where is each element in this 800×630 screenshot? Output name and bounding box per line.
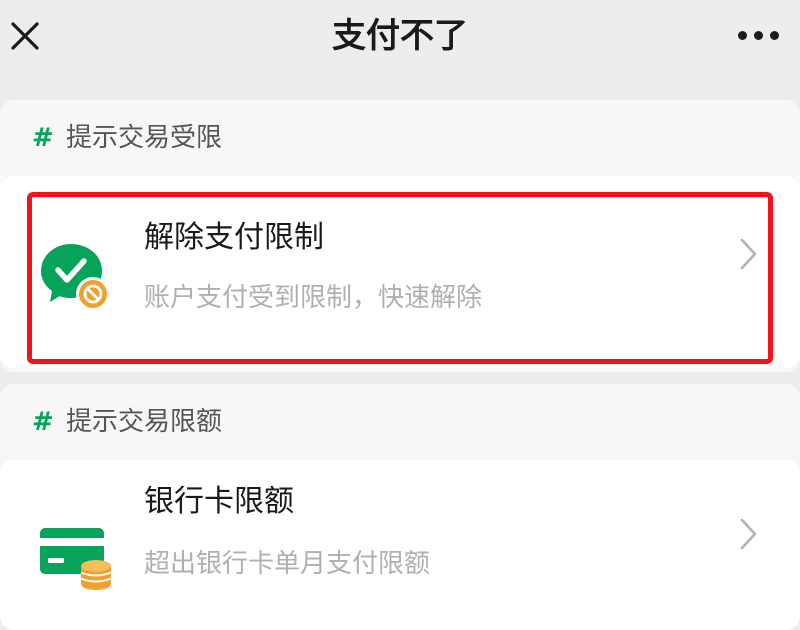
top-nav-bar: 支付不了 xyxy=(0,0,800,80)
more-button[interactable] xyxy=(720,0,800,72)
bank-card-coins-icon xyxy=(40,528,112,590)
bank-card-limit-item[interactable]: 银行卡限额 超出银行卡单月支付限额 xyxy=(0,460,800,630)
chevron-right-icon xyxy=(740,518,757,550)
chevron-right-icon xyxy=(740,238,757,270)
item-subtitle: 账户支付受到限制，快速解除 xyxy=(144,283,483,313)
section-header: # 提示交易受限 xyxy=(0,100,800,176)
page-title: 支付不了 xyxy=(332,16,468,56)
more-icon-dot xyxy=(770,31,779,40)
hash-tag: # xyxy=(32,407,54,437)
item-title: 解除支付限制 xyxy=(144,220,324,255)
more-icon-dot xyxy=(754,31,763,40)
section-title: 提示交易受限 xyxy=(66,123,223,153)
section-title: 提示交易限额 xyxy=(66,407,223,437)
section-trade-restricted: # 提示交易受限 解除支付限制 账户支付受到限制，快速解除 xyxy=(0,100,800,372)
item-title: 银行卡限额 xyxy=(144,484,294,519)
hash-tag: # xyxy=(32,123,54,153)
close-icon xyxy=(11,22,39,50)
remove-payment-restriction-item[interactable]: 解除支付限制 账户支付受到限制，快速解除 xyxy=(0,176,800,368)
section-trade-limit: # 提示交易限额 银行卡限额 超出银行卡单月支付限额 xyxy=(0,384,800,630)
close-button[interactable] xyxy=(0,0,60,72)
item-subtitle: 超出银行卡单月支付限额 xyxy=(144,549,431,579)
more-icon xyxy=(738,31,747,40)
wechat-pay-restricted-icon xyxy=(41,244,110,311)
section-header: # 提示交易限额 xyxy=(0,384,800,460)
